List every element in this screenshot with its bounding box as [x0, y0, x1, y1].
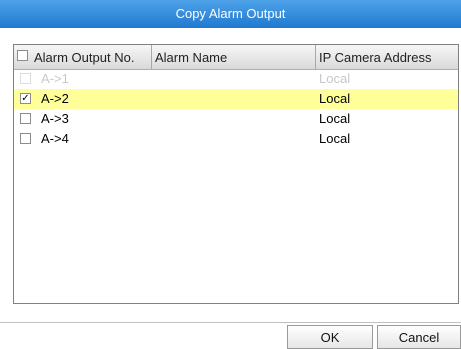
header-ip-camera-address[interactable]: IP Camera Address [316, 45, 458, 69]
dialog-title: Copy Alarm Output [0, 0, 461, 28]
header-alarm-output-no[interactable]: Alarm Output No. [14, 45, 152, 69]
alarm-output-table: Alarm Output No. Alarm Name IP Camera Ad… [13, 44, 459, 304]
table-row[interactable]: A->3 Local [14, 109, 458, 129]
table-row[interactable]: A->4 Local [14, 129, 458, 149]
table-header: Alarm Output No. Alarm Name IP Camera Ad… [14, 45, 458, 70]
cell-ip-camera-address: Local [319, 131, 351, 146]
row-checkbox[interactable]: ✓ [20, 93, 31, 104]
check-mark-icon: ✓ [21, 93, 30, 104]
table-row[interactable]: ✓ A->2 Local [14, 89, 458, 109]
header-alarm-output-no-label: Alarm Output No. [34, 50, 135, 65]
cell-ip-camera-address: Local [319, 71, 351, 86]
footer-divider [0, 322, 461, 323]
copy-alarm-output-dialog: Copy Alarm Output Alarm Output No. Alarm… [0, 0, 461, 349]
cancel-button[interactable]: Cancel [377, 325, 461, 349]
cell-alarm-output-no: A->4 [41, 131, 69, 146]
row-checkbox[interactable] [20, 113, 31, 124]
cell-alarm-output-no: A->3 [41, 111, 69, 126]
ok-button[interactable]: OK [287, 325, 373, 349]
row-checkbox[interactable] [20, 73, 31, 84]
cell-alarm-output-no: A->2 [41, 91, 69, 106]
row-checkbox[interactable] [20, 133, 31, 144]
cell-alarm-output-no: A->1 [41, 71, 69, 86]
select-all-checkbox[interactable] [17, 50, 28, 61]
table-row[interactable]: A->1 Local [14, 69, 458, 89]
header-alarm-name[interactable]: Alarm Name [152, 45, 316, 69]
cell-ip-camera-address: Local [319, 91, 351, 106]
cell-ip-camera-address: Local [319, 111, 351, 126]
